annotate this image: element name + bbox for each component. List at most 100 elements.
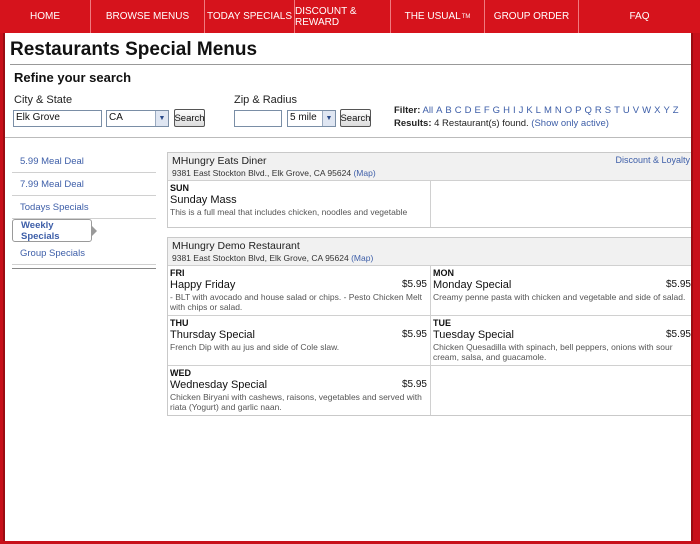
filter-letter-j[interactable]: J [519,105,524,116]
special-description: Creamy penne pasta with chicken and vege… [433,292,686,302]
filter-letter-l[interactable]: L [536,105,541,116]
map-link[interactable]: (Map) [353,168,375,178]
special-item[interactable]: THU Thursday Special French Dip with au … [168,316,431,366]
sidebar-item-7-99-meal-deal[interactable]: 7.99 Meal Deal [12,173,156,196]
special-day: FRI [170,268,185,278]
filter-letter-d[interactable]: D [465,105,472,116]
filter-letter-g[interactable]: G [493,105,500,116]
zip-search-button[interactable]: Search [340,109,371,127]
special-price: $5.95 [665,279,691,290]
restaurant-address: 9381 East Stockton Blvd., Elk Grove, CA … [172,168,376,178]
nav-the-usual[interactable]: THE USUAL TM [391,0,485,33]
special-item[interactable]: TUE Tuesday Special Chicken Quesadilla w… [431,316,691,366]
nav-browse-menus[interactable]: BROWSE MENUS [91,0,205,33]
special-description: French Dip with au jus and side of Cole … [170,342,340,352]
filter-letter-s[interactable]: S [605,105,611,116]
filter-letter-z[interactable]: Z [673,105,679,116]
active-pointer-icon [92,226,97,236]
results-label: Results: [394,118,432,129]
special-title: Sunday Mass [170,194,237,206]
main-panel: Restaurants Special Menus Refine your se… [3,33,693,541]
filter-letter-n[interactable]: N [555,105,562,116]
title-divider [10,64,691,65]
filter-letter-a[interactable]: A [436,105,442,116]
filter-letter-e[interactable]: E [475,105,481,116]
filter-letter-m[interactable]: M [544,105,552,116]
special-day: TUE [433,318,451,328]
special-item[interactable]: FRI Happy Friday - BLT with avocado and … [168,266,431,316]
filter-letter-r[interactable]: R [595,105,602,116]
filter-letter-h[interactable]: H [503,105,510,116]
filter-letter-v[interactable]: V [633,105,639,116]
restaurant-card: MHungry Demo Restaurant 9381 East Stockt… [167,237,691,416]
nav-faq[interactable]: FAQ [579,0,700,33]
specials-grid: SUN Sunday Mass This is a full meal that… [168,181,691,227]
results-count: 4 Restaurant(s) found. [434,118,529,129]
filter-label: Filter: [394,105,421,116]
filter-letter-w[interactable]: W [642,105,651,116]
specials-grid: FRI Happy Friday - BLT with avocado and … [168,266,691,415]
city-state-label: City & State [14,94,73,106]
special-description: Chicken Quesadilla with spinach, bell pe… [433,342,673,362]
special-description: This is a full meal that includes chicke… [170,207,408,217]
discount-loyalty-link[interactable]: Discount & Loyalty [615,155,690,165]
special-day: MON [433,268,454,278]
city-search-button[interactable]: Search [174,109,205,127]
restaurant-name: MHungry Eats Diner [172,155,267,167]
sidebar-item-5-99-meal-deal[interactable]: 5.99 Meal Deal [12,150,156,173]
special-title: Happy Friday [170,279,236,291]
restaurant-header: MHungry Eats Diner 9381 East Stockton Bl… [168,153,691,181]
search-divider [5,137,691,138]
special-item[interactable]: MON Monday Special Creamy penne pasta wi… [431,266,691,316]
special-title: Tuesday Special [433,329,514,341]
special-day: WED [170,368,191,378]
filter-letter-y[interactable]: Y [663,105,669,116]
filter-letter-u[interactable]: U [623,105,630,116]
sidebar-item-weekly-specials[interactable]: Weekly Specials [12,219,97,242]
special-price: $5.95 [401,379,427,390]
special-title: Wednesday Special [170,379,268,391]
special-price: $5.95 [665,329,691,340]
filter-letter-c[interactable]: C [455,105,462,116]
refine-heading: Refine your search [14,70,132,85]
special-day: SUN [170,183,190,193]
special-item-empty [431,366,691,415]
filter-letter-f[interactable]: F [484,105,490,116]
special-item-empty [431,181,691,227]
filter-letter-b[interactable]: B [445,105,451,116]
state-select[interactable]: CA ▼ [106,110,169,127]
nav-today-specials[interactable]: TODAY SPECIALS [205,0,295,33]
sidebar-divider [12,268,156,269]
city-input[interactable]: Elk Grove [13,110,102,127]
sidebar-item-todays-specials[interactable]: Todays Specials [12,196,156,219]
filter-letter-x[interactable]: X [654,105,660,116]
filter-letter-i[interactable]: I [513,105,516,116]
filter-letter-q[interactable]: Q [585,105,592,116]
chevron-down-icon: ▼ [322,111,335,126]
filter-letter-t[interactable]: T [614,105,620,116]
filter-row: Filter: All A B C D E F G H I J K L M N O P Q R S T U V W X Y Z [394,105,682,116]
special-item[interactable]: SUN Sunday Mass This is a full meal that… [168,181,431,227]
filter-letters: ABCDEFGHIJKLMNOPQRSTUVWXYZ [436,105,682,116]
sidebar-item-label: Weekly Specials [21,219,60,242]
filter-all[interactable]: All [423,105,434,116]
nav-home[interactable]: HOME [0,0,91,33]
nav-group-order[interactable]: GROUP ORDER [485,0,579,33]
special-price: $5.95 [401,279,427,290]
special-title: Thursday Special [170,329,255,341]
filter-letter-o[interactable]: O [565,105,572,116]
radius-select[interactable]: 5 mile ▼ [287,110,336,127]
special-title: Monday Special [433,279,512,291]
zip-input[interactable] [234,110,282,127]
special-description: - BLT with avocado and house salad or ch… [170,292,422,312]
nav-discount-reward[interactable]: DISCOUNT & REWARD [295,0,391,33]
filter-letter-p[interactable]: P [575,105,581,116]
show-only-active-link[interactable]: (Show only active) [531,118,609,129]
special-item[interactable]: WED Wednesday Special Chicken Biryani wi… [168,366,431,415]
top-nav: HOME BROWSE MENUS TODAY SPECIALS DISCOUN… [0,0,700,33]
sidebar-item-group-specials[interactable]: Group Specials [12,242,156,265]
special-description: Chicken Biryani with cashews, raisons, v… [170,392,422,412]
filter-letter-k[interactable]: K [526,105,532,116]
map-link[interactable]: (Map) [351,253,373,263]
restaurant-card: MHungry Eats Diner 9381 East Stockton Bl… [167,152,691,228]
